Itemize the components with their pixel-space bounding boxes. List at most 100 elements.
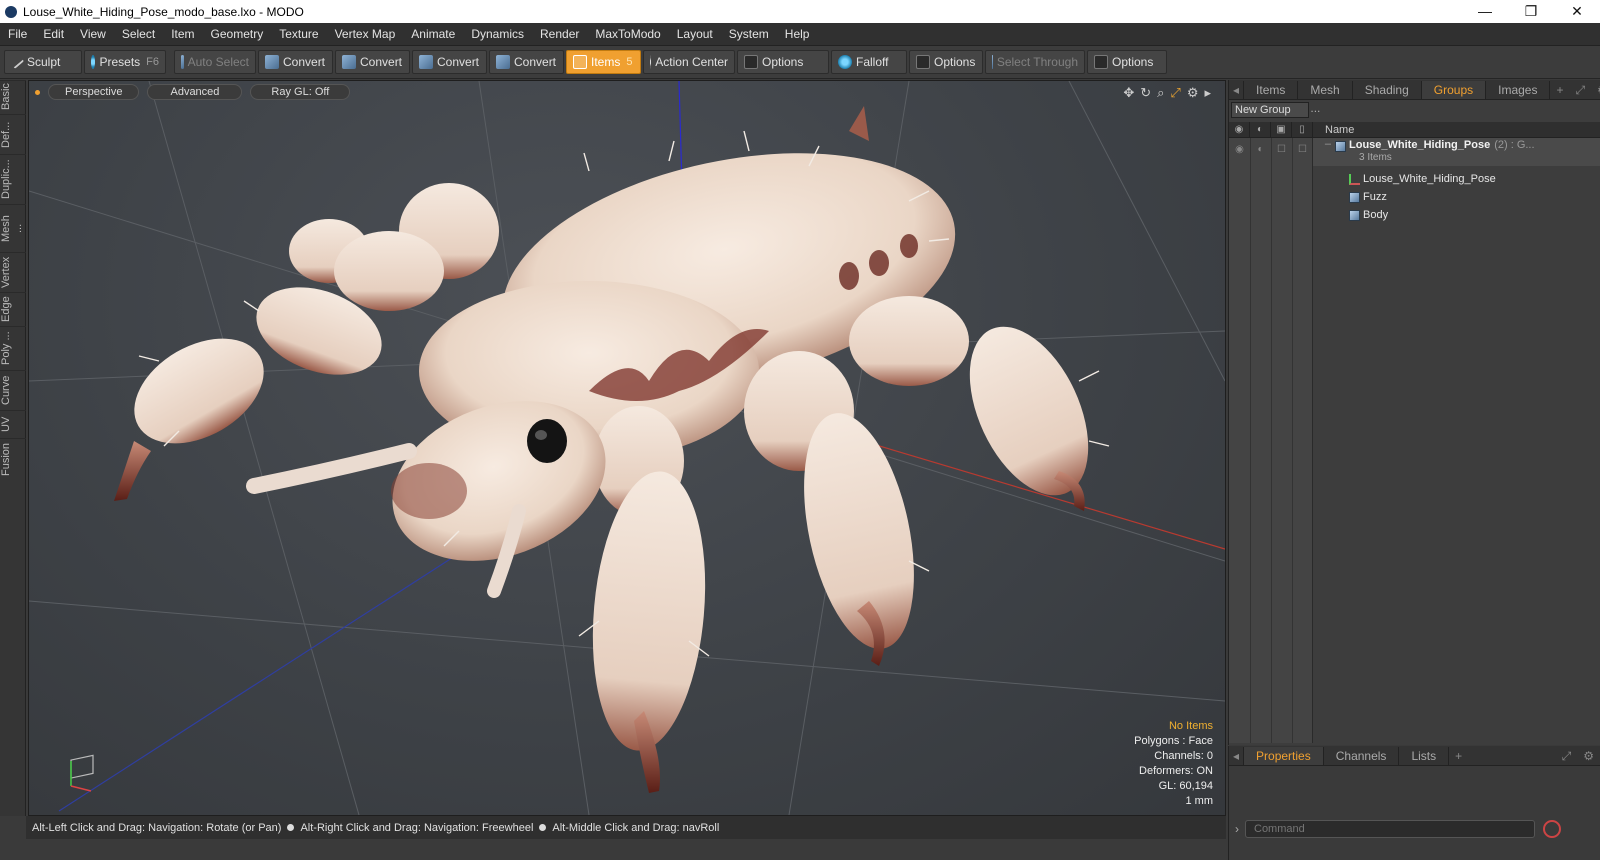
select-column-icon[interactable]: ▯ xyxy=(1292,121,1313,138)
menu-maxtomodo[interactable]: MaxToModo xyxy=(587,27,668,41)
tab-fusion[interactable]: Fusion xyxy=(0,438,26,480)
list-item[interactable]: Louse_White_Hiding_Pose xyxy=(1313,170,1600,188)
menu-item[interactable]: Item xyxy=(163,27,202,41)
tab-polygon[interactable]: Poly ... xyxy=(0,326,26,370)
items-mode-button[interactable]: Items 5 xyxy=(566,50,641,74)
collapse-icon[interactable]: – xyxy=(1313,138,1335,150)
record-button[interactable] xyxy=(1543,820,1561,838)
tab-mesh[interactable]: Mesh ... xyxy=(1298,81,1353,115)
menu-vertex-map[interactable]: Vertex Map xyxy=(327,27,404,41)
panel-menu-icon[interactable]: ◂ xyxy=(1229,81,1245,99)
eye-icon[interactable]: ◉ xyxy=(1229,144,1250,155)
tab-shading[interactable]: Shading xyxy=(1353,81,1422,99)
add-tab-button[interactable]: + xyxy=(1550,81,1569,99)
expand-arrow-icon[interactable]: ▸ xyxy=(1204,85,1211,101)
falloff-options-button[interactable]: Options xyxy=(909,50,983,74)
list-item[interactable]: Fuzz xyxy=(1313,188,1600,206)
select-through-button[interactable]: Select Through xyxy=(985,50,1085,74)
menu-file[interactable]: File xyxy=(0,27,35,41)
menu-animate[interactable]: Animate xyxy=(403,27,463,41)
group-item-count: 3 Items xyxy=(1359,152,1392,163)
zoom-icon[interactable]: ⌕ xyxy=(1157,85,1164,101)
groups-tree: ◉ ◐ ☐ ☐ – Louse_White_Hiding_Pose (2) : … xyxy=(1229,138,1600,743)
menu-texture[interactable]: Texture xyxy=(271,27,326,41)
viewport-settings-icon[interactable]: ⚙ xyxy=(1187,85,1199,101)
viewport-menu-dot-icon[interactable] xyxy=(35,89,40,95)
menu-geometry[interactable]: Geometry xyxy=(203,27,272,41)
tab-basic[interactable]: Basic xyxy=(0,80,26,114)
tab-edge[interactable]: Edge xyxy=(0,292,26,326)
channels-info: Channels: 0 xyxy=(1154,750,1213,762)
convert-button-4[interactable]: Convert xyxy=(489,50,564,74)
3d-viewport[interactable]: Perspective Advanced Ray GL: Off ✥ ↻ ⌕ ⤢… xyxy=(28,80,1226,816)
panel-expand-icon[interactable]: ⤢ xyxy=(1570,81,1592,99)
minimize-button[interactable]: — xyxy=(1462,3,1508,20)
properties-tabs: ◂ Properties Channels Lists + ⤢ ⚙ xyxy=(1229,746,1600,766)
tab-duplicate[interactable]: Duplic... xyxy=(0,154,26,204)
command-input[interactable] xyxy=(1245,820,1535,838)
tab-channels[interactable]: Channels xyxy=(1324,747,1400,765)
tab-groups[interactable]: Groups xyxy=(1421,81,1487,99)
checkbox-icon xyxy=(1094,55,1108,69)
tab-properties[interactable]: Properties xyxy=(1244,747,1324,765)
group-row[interactable]: – Louse_White_Hiding_Pose (2) : G... 3 I… xyxy=(1313,138,1600,166)
menu-view[interactable]: View xyxy=(72,27,114,41)
window-title: Louse_White_Hiding_Pose_modo_base.lxo - … xyxy=(23,4,304,19)
new-group-button[interactable]: New Group xyxy=(1231,102,1309,118)
lock-toggle-icon[interactable]: ☐ xyxy=(1271,144,1292,155)
menu-render[interactable]: Render xyxy=(532,27,587,41)
close-button[interactable]: ✕ xyxy=(1554,3,1600,20)
tab-mesh[interactable]: Mesh ... xyxy=(0,204,26,252)
properties-panel: ◂ Properties Channels Lists + ⤢ ⚙ › xyxy=(1228,746,1600,860)
shading-dropdown[interactable]: Advanced xyxy=(147,84,243,100)
name-column-header[interactable]: Name xyxy=(1313,124,1354,136)
visibility-column-icon[interactable]: ◉ xyxy=(1229,121,1250,138)
falloff-button[interactable]: Falloff xyxy=(831,50,907,74)
menu-edit[interactable]: Edit xyxy=(35,27,72,41)
tab-vertex[interactable]: Vertex xyxy=(0,252,26,292)
sculpt-button[interactable]: Sculpt xyxy=(4,50,82,74)
command-history-icon[interactable]: › xyxy=(1229,822,1245,836)
tab-images[interactable]: Images xyxy=(1486,81,1551,99)
auto-select-button[interactable]: Auto Select xyxy=(174,50,256,74)
convert-button-3[interactable]: Convert xyxy=(412,50,487,74)
maximize-icon[interactable]: ⤢ xyxy=(1170,85,1180,101)
louse-3d-model[interactable] xyxy=(114,106,1112,793)
rotate-icon[interactable]: ↻ xyxy=(1140,85,1151,101)
tab-lists[interactable]: Lists xyxy=(1399,747,1450,765)
list-item[interactable]: Body xyxy=(1313,206,1600,224)
menu-dynamics[interactable]: Dynamics xyxy=(463,27,532,41)
panel-menu-icon[interactable]: ◂ xyxy=(1229,747,1245,765)
action-center-button[interactable]: Action Center xyxy=(643,50,735,74)
select-through-options-button[interactable]: Options xyxy=(1087,50,1167,74)
restore-button[interactable]: ❐ xyxy=(1508,3,1554,20)
select-toggle-icon[interactable]: ☐ xyxy=(1292,144,1313,155)
tab-uv[interactable]: UV xyxy=(0,410,26,438)
render-toggle-icon[interactable]: ◐ xyxy=(1250,144,1271,155)
left-tool-tabs: Basic Def... Duplic... Mesh ... Vertex E… xyxy=(0,80,26,816)
convert-button-2[interactable]: Convert xyxy=(335,50,410,74)
tab-items[interactable]: Items xyxy=(1244,81,1299,99)
panel-settings-icon[interactable]: ⚙ xyxy=(1577,747,1600,765)
tab-deform[interactable]: Def... xyxy=(0,114,26,154)
menu-help[interactable]: Help xyxy=(777,27,818,41)
pan-icon[interactable]: ✥ xyxy=(1123,85,1134,101)
menu-select[interactable]: Select xyxy=(114,27,163,41)
raygl-toggle[interactable]: Ray GL: Off xyxy=(250,84,351,100)
menu-system[interactable]: System xyxy=(721,27,777,41)
lock-column-icon[interactable]: ▣ xyxy=(1271,121,1292,138)
convert-button-1[interactable]: Convert xyxy=(258,50,333,74)
tab-curve[interactable]: Curve xyxy=(0,370,26,410)
presets-button[interactable]: Presets F6 xyxy=(84,50,166,74)
add-tab-button[interactable]: + xyxy=(1449,747,1468,765)
menu-layout[interactable]: Layout xyxy=(669,27,721,41)
view-type-dropdown[interactable]: Perspective xyxy=(48,84,140,100)
action-center-options-button[interactable]: Options xyxy=(737,50,829,74)
render-column-icon[interactable]: ◐ xyxy=(1250,121,1271,138)
viewport-nav-icons: ✥ ↻ ⌕ ⤢ ⚙ ▸ xyxy=(1123,85,1211,101)
panel-expand-icon[interactable]: ⤢ xyxy=(1556,747,1578,765)
panel-settings-icon[interactable]: ⚙ xyxy=(1591,81,1600,99)
modo-app-icon xyxy=(5,5,17,18)
status-rotate-hint: Alt-Left Click and Drag: Navigation: Rot… xyxy=(32,821,282,834)
status-navroll-hint: Alt-Middle Click and Drag: navRoll xyxy=(552,821,720,834)
